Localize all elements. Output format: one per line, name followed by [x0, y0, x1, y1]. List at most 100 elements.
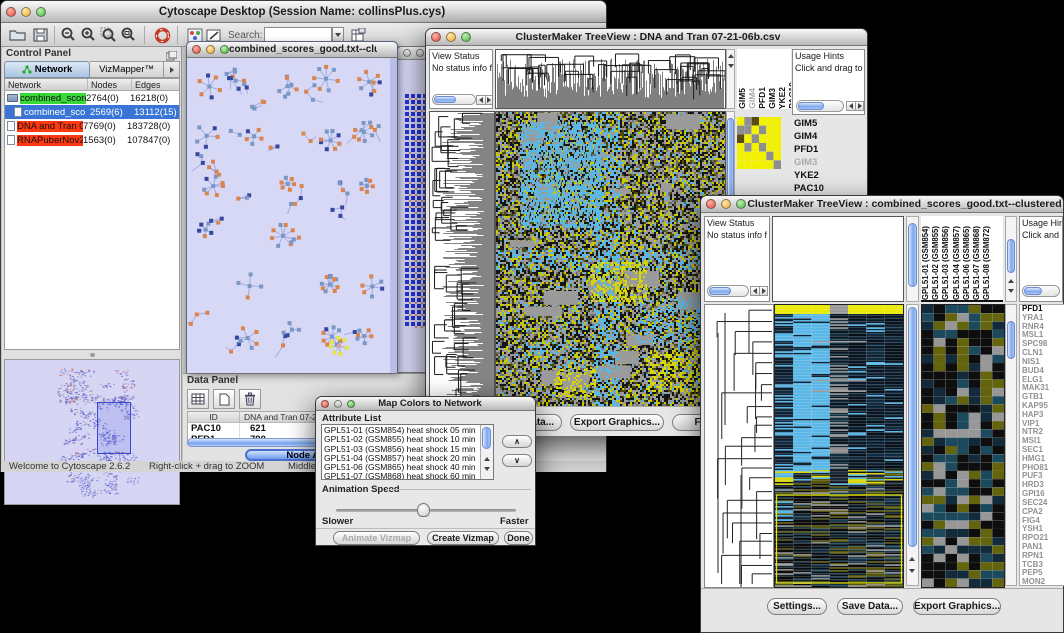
create-vizmap-button[interactable]: Create Vizmap	[427, 531, 499, 545]
zoom-out-button[interactable]	[58, 26, 78, 44]
heatmap-canvas[interactable]	[774, 304, 904, 588]
column-dendrogram-area[interactable]	[772, 216, 904, 302]
open-session-button[interactable]	[7, 26, 27, 44]
network-list-row[interactable]: DNA and Tran 07 7769(0) 183728(0)	[5, 119, 179, 133]
help-lifering-icon[interactable]	[152, 26, 172, 44]
array-label[interactable]: GPL51-04 (GSM857)	[952, 226, 962, 300]
settings-button[interactable]: Settings...	[767, 598, 827, 615]
array-label[interactable]: GPL51-01 (GSM854)	[921, 226, 931, 300]
maximize-icon[interactable]	[736, 199, 746, 209]
minimize-icon[interactable]	[721, 199, 731, 209]
maximize-icon[interactable]	[461, 32, 471, 42]
hscrollbar[interactable]	[432, 94, 476, 105]
scroll-thumb[interactable]	[482, 427, 491, 449]
main-titlebar[interactable]: Cytoscape Desktop (Session Name: collins…	[1, 1, 606, 23]
vscrollbar[interactable]	[1005, 304, 1017, 586]
delete-attribute-button[interactable]	[239, 389, 261, 409]
gene-label[interactable]: YKE2	[794, 169, 862, 182]
tab-overflow-button[interactable]	[164, 61, 180, 78]
vscrollbar[interactable]	[480, 425, 493, 479]
search-dropdown-button[interactable]	[332, 27, 344, 42]
scroll-right-button[interactable]	[485, 95, 493, 105]
zoom-heatmap-canvas[interactable]	[921, 304, 1005, 588]
close-icon[interactable]	[192, 45, 201, 54]
attribute-item[interactable]: GPL51-07 (GSM868) heat shock 60 min	[322, 472, 480, 480]
treeview2-titlebar[interactable]: ClusterMaker TreeView : combined_scores_…	[701, 196, 1063, 213]
gene-label[interactable]: GIM3	[794, 156, 862, 169]
heatmap-canvas[interactable]	[495, 111, 726, 407]
network-list-row[interactable]: RNAPuberNov2+ 1563(0) 107847(0)	[5, 133, 179, 147]
network-overview-canvas[interactable]	[5, 360, 179, 504]
array-label[interactable]: GPL51-02 (GSM855)	[931, 226, 941, 300]
scroll-right-button[interactable]	[759, 286, 768, 296]
network-view-canvas[interactable]	[187, 58, 397, 373]
search-input[interactable]	[264, 27, 332, 42]
slider-thumb[interactable]	[417, 503, 430, 517]
array-label[interactable]: GPL51-06 (GSM865)	[962, 226, 972, 300]
gene-label[interactable]: GIM4	[794, 130, 862, 143]
hscrollbar[interactable]	[796, 100, 844, 112]
save-session-button[interactable]	[30, 26, 50, 44]
tab-vizmapper[interactable]: VizMapper™	[90, 61, 164, 78]
gene-label[interactable]: PAC10	[794, 182, 862, 195]
maximize-icon[interactable]	[220, 45, 229, 54]
done-button[interactable]: Done	[504, 531, 533, 545]
network-list-header[interactable]: Network Nodes Edges	[5, 79, 179, 91]
column-label[interactable]: PAC10	[787, 82, 791, 109]
array-label[interactable]: GPL51-08 (GSM872)	[982, 226, 992, 300]
tab-network[interactable]: Network	[4, 61, 90, 78]
column-label[interactable]: YKE2	[777, 87, 787, 109]
network-list-row[interactable]: combined_sco 2569(6) 13112(15)	[5, 105, 179, 119]
treeview1-titlebar[interactable]: ClusterMaker TreeView : DNA and Tran 07-…	[426, 29, 867, 46]
maximize-icon[interactable]	[36, 7, 46, 17]
table-header-id[interactable]: ID	[188, 412, 240, 422]
scroll-thumb[interactable]	[908, 223, 917, 287]
column-header[interactable]: Network	[5, 79, 87, 90]
panel-splitter[interactable]	[4, 352, 180, 358]
column-label[interactable]: GIM5	[737, 88, 747, 109]
scroll-thumb[interactable]	[798, 102, 824, 110]
scroll-thumb[interactable]	[1007, 321, 1015, 359]
save-data-button[interactable]: Save Data...	[837, 598, 903, 615]
column-header[interactable]: Edges	[131, 79, 179, 90]
network-view-titlebar[interactable]: combined_scores_good.txt--cluste...	[187, 42, 397, 58]
close-icon[interactable]	[403, 49, 411, 57]
move-down-button[interactable]: ∨	[502, 454, 532, 467]
maximize-icon[interactable]	[347, 400, 355, 408]
hscrollbar[interactable]	[707, 285, 749, 297]
column-label[interactable]: GIM4	[747, 88, 757, 109]
minimize-icon[interactable]	[446, 32, 456, 42]
scroll-thumb[interactable]	[709, 287, 731, 295]
scroll-right-button[interactable]	[855, 101, 864, 111]
row-dendrogram-canvas[interactable]	[429, 111, 495, 407]
close-icon[interactable]	[6, 7, 16, 17]
scroll-thumb[interactable]	[434, 96, 456, 103]
scroll-thumb[interactable]	[727, 118, 734, 206]
minimize-icon[interactable]	[334, 400, 342, 408]
column-label[interactable]: PFD1	[757, 87, 767, 109]
vscrollbar[interactable]	[1005, 216, 1017, 302]
hscrollbar[interactable]	[1022, 285, 1060, 297]
gene-label[interactable]: PFD1	[794, 143, 862, 156]
scroll-thumb[interactable]	[1024, 287, 1042, 295]
dialog-titlebar[interactable]: Map Colors to Network	[316, 397, 535, 411]
array-label[interactable]: GPL51-07 (GSM868)	[972, 226, 982, 300]
column-label[interactable]: GIM3	[767, 88, 777, 109]
zoom-fit-button[interactable]	[118, 26, 138, 44]
scroll-thumb[interactable]	[1007, 239, 1015, 273]
row-dendrogram-canvas[interactable]	[704, 304, 774, 588]
vscrollbar[interactable]	[906, 216, 919, 302]
export-graphics-button[interactable]: Export Graphics...	[570, 414, 664, 431]
zoom-heatmap-canvas[interactable]	[737, 117, 781, 169]
zoom-in-button[interactable]	[78, 26, 98, 44]
close-icon[interactable]	[321, 400, 329, 408]
column-header[interactable]: Nodes	[87, 79, 131, 90]
column-dendrogram-canvas[interactable]	[495, 49, 726, 109]
minimize-icon[interactable]	[21, 7, 31, 17]
minimize-icon[interactable]	[416, 49, 424, 57]
network-list-row[interactable]: combined_scores 2764(0) 16218(0)	[5, 91, 179, 105]
close-icon[interactable]	[706, 199, 716, 209]
zoom-selected-button[interactable]	[98, 26, 118, 44]
attribute-select-button[interactable]	[187, 389, 209, 409]
export-graphics-button[interactable]: Export Graphics...	[913, 598, 1001, 615]
